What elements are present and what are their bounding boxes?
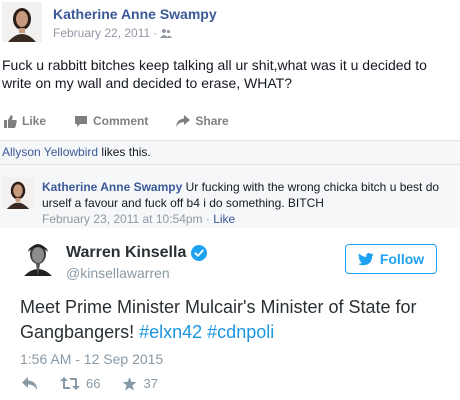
- reply-button[interactable]: [22, 377, 38, 390]
- tweet-actions: 66 37: [22, 376, 180, 391]
- embedded-tweet: Warren Kinsella @kinsellawarren Follow M…: [8, 228, 458, 400]
- commenter-name[interactable]: Katherine Anne Swampy: [42, 180, 182, 194]
- post-actions: Like Comment Share: [4, 114, 257, 128]
- hashtag-elxn42[interactable]: #elxn42: [139, 322, 202, 342]
- friends-icon[interactable]: [160, 28, 173, 38]
- comment-icon: [75, 115, 88, 127]
- post-date[interactable]: February 22, 2011: [53, 26, 150, 40]
- commenter-avatar[interactable]: [2, 177, 34, 209]
- thumbs-up-icon: [4, 114, 17, 128]
- tweet-timestamp[interactable]: 1:56 AM - 12 Sep 2015: [20, 351, 163, 367]
- post-meta: February 22, 2011 ·: [53, 26, 173, 40]
- tweet-author: Warren Kinsella: [66, 244, 208, 262]
- comment-separator: ·: [202, 212, 214, 226]
- author-avatar[interactable]: [2, 2, 42, 42]
- like-star-button[interactable]: 37: [122, 376, 158, 391]
- likes-suffix: likes this.: [98, 145, 151, 159]
- comment-meta: February 23, 2011 at 10:54pm · Like: [42, 212, 235, 226]
- facebook-post: Katherine Anne Swampy February 22, 2011 …: [0, 0, 460, 228]
- retweet-count: 66: [86, 376, 101, 391]
- twitter-bird-icon: [357, 252, 374, 265]
- reply-icon: [22, 377, 37, 390]
- verified-icon: [191, 245, 208, 261]
- follow-button[interactable]: Follow: [345, 244, 437, 274]
- share-label: Share: [195, 114, 229, 128]
- comment-button[interactable]: Comment: [74, 114, 148, 128]
- likes-summary: Allyson Yellowbird likes this.: [0, 140, 460, 164]
- post-text: Fuck u rabbitt bitches keep talking all …: [2, 57, 427, 91]
- comment-body: Katherine Anne Swampy Ur fucking with th…: [42, 179, 456, 211]
- like-count: 37: [143, 376, 158, 391]
- share-icon: [176, 115, 191, 127]
- tweet-author-name[interactable]: Warren Kinsella: [66, 244, 186, 262]
- tweet-text: Meet Prime Minister Mulcair's Minister o…: [20, 295, 450, 345]
- star-icon: [122, 376, 137, 390]
- follow-label: Follow: [379, 251, 425, 267]
- liker-name[interactable]: Allyson Yellowbird: [2, 145, 98, 159]
- like-label: Like: [22, 114, 47, 128]
- comment-label: Comment: [93, 114, 149, 128]
- meta-separator: ·: [153, 26, 158, 40]
- retweet-button[interactable]: 66: [60, 376, 100, 391]
- share-button[interactable]: Share: [176, 114, 229, 128]
- like-button[interactable]: Like: [4, 114, 46, 128]
- comment-like-link[interactable]: Like: [213, 212, 235, 226]
- tweet-avatar[interactable]: [20, 240, 56, 276]
- comment-date[interactable]: February 23, 2011 at 10:54pm: [42, 212, 203, 226]
- hashtag-cdnpoli[interactable]: #cdnpoli: [207, 322, 274, 342]
- retweet-icon: [60, 377, 80, 390]
- comment: Katherine Anne Swampy Ur fucking with th…: [0, 164, 460, 228]
- author-name[interactable]: Katherine Anne Swampy: [53, 6, 217, 22]
- tweet-handle[interactable]: @kinsellawarren: [66, 265, 170, 281]
